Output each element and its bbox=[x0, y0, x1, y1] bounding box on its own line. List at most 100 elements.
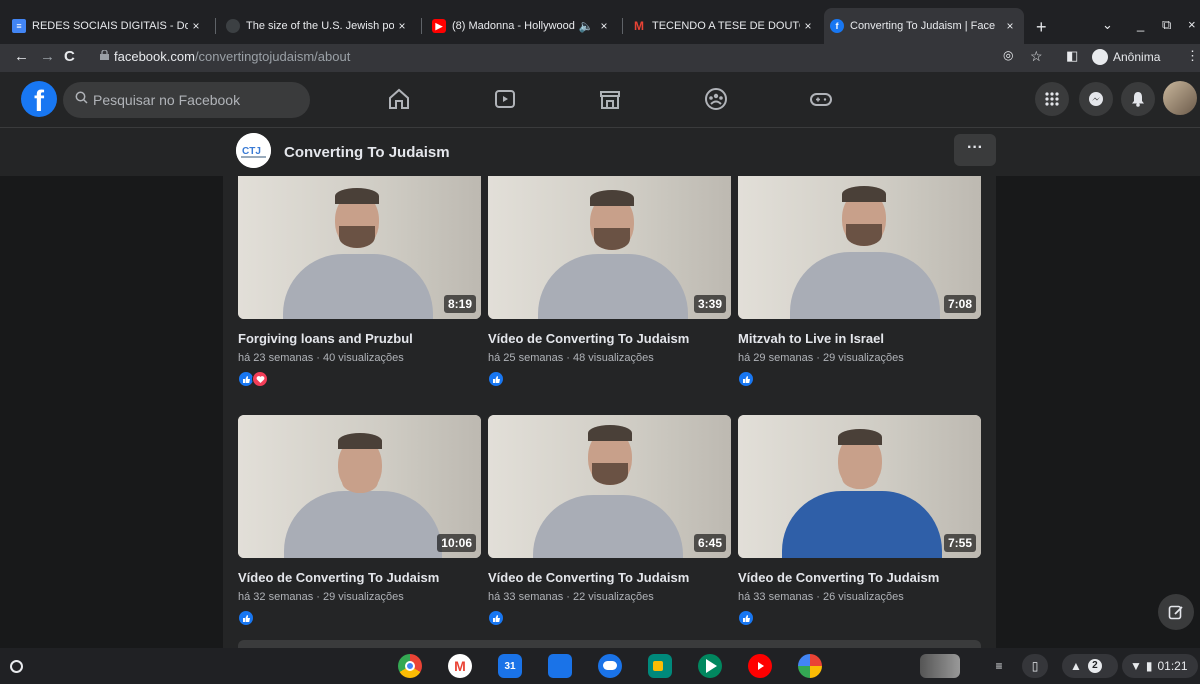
video-meta: há 29 semanas · 29 visualizações bbox=[738, 352, 904, 364]
notification-count: 2 bbox=[1087, 659, 1102, 673]
files-icon[interactable] bbox=[548, 654, 572, 678]
video-duration: 3:39 bbox=[693, 295, 726, 313]
photos-icon[interactable] bbox=[798, 654, 822, 678]
video-title[interactable]: Forgiving loans and Pruzbul bbox=[238, 331, 413, 346]
browser-toolbar: ← → C facebook.com/convertingtojudaism/a… bbox=[0, 44, 1200, 72]
tab-title: TECENDO A TESE DE DOUTOR bbox=[652, 20, 800, 32]
reactions[interactable] bbox=[238, 371, 268, 387]
status-area[interactable]: ▼ ▮ 01:21 bbox=[1122, 654, 1198, 678]
svg-text:CTJ: CTJ bbox=[242, 146, 261, 157]
tab-docs[interactable]: ≡ REDES SOCIAIS DIGITAIS - Doc × bbox=[6, 12, 210, 40]
messages-icon[interactable] bbox=[598, 654, 622, 678]
chrome-icon[interactable] bbox=[398, 654, 422, 678]
play-store-icon[interactable] bbox=[698, 654, 722, 678]
video-title[interactable]: Vídeo de Converting To Judaism bbox=[488, 570, 689, 585]
url-path: /convertingtojudaism/about bbox=[194, 49, 351, 64]
video-thumbnail[interactable]: 7:55 bbox=[738, 415, 981, 558]
video-duration: 7:08 bbox=[943, 295, 976, 313]
like-icon bbox=[488, 610, 504, 626]
video-thumbnail[interactable]: 7:08 bbox=[738, 176, 981, 319]
close-icon[interactable]: × bbox=[1002, 19, 1018, 33]
more-options-button[interactable]: ··· bbox=[954, 134, 996, 166]
video-meta: há 23 semanas · 40 visualizações bbox=[238, 352, 404, 364]
video-thumbnail[interactable]: 3:39 bbox=[488, 176, 731, 319]
profile-label: Anônima bbox=[1113, 50, 1161, 64]
search-placeholder: Pesquisar no Facebook bbox=[93, 92, 241, 108]
reactions[interactable] bbox=[738, 371, 754, 387]
video-duration: 8:19 bbox=[443, 295, 476, 313]
video-meta: há 33 semanas · 22 visualizações bbox=[488, 591, 654, 603]
reactions[interactable] bbox=[738, 610, 754, 626]
video-thumbnail[interactable]: 8:19 bbox=[238, 176, 481, 319]
window-close-icon[interactable]: × bbox=[1188, 17, 1196, 32]
video-thumbnail[interactable]: 10:06 bbox=[238, 415, 481, 558]
close-icon[interactable]: × bbox=[188, 19, 204, 33]
notifications-icon[interactable] bbox=[1121, 82, 1155, 116]
tab-facebook-active[interactable]: f Converting To Judaism | Face × bbox=[824, 8, 1024, 44]
search-input[interactable]: Pesquisar no Facebook bbox=[63, 82, 310, 118]
reactions[interactable] bbox=[238, 610, 254, 626]
watch-icon[interactable] bbox=[492, 86, 518, 112]
home-icon[interactable] bbox=[386, 86, 412, 112]
avatar[interactable] bbox=[1163, 81, 1197, 115]
compose-message-button[interactable] bbox=[1158, 594, 1194, 630]
video-title[interactable]: Vídeo de Converting To Judaism bbox=[238, 570, 439, 585]
reactions[interactable] bbox=[488, 371, 504, 387]
marketplace-icon[interactable] bbox=[597, 86, 623, 112]
page-avatar[interactable]: CTJ bbox=[236, 133, 271, 168]
gmail-icon[interactable]: M bbox=[448, 654, 472, 678]
audio-icon[interactable]: 🔈 bbox=[576, 19, 596, 33]
side-panel-icon[interactable]: ◧ bbox=[1066, 48, 1078, 64]
bookmark-star-icon[interactable]: ☆ bbox=[1030, 48, 1043, 65]
screenshot-thumbnail[interactable] bbox=[920, 654, 960, 678]
restore-icon[interactable]: ⧉ bbox=[1162, 17, 1171, 33]
video-title[interactable]: Vídeo de Converting To Judaism bbox=[488, 331, 689, 346]
page-title[interactable]: Converting To Judaism bbox=[284, 144, 450, 161]
phone-hub-icon[interactable]: ▯ bbox=[1022, 654, 1048, 678]
tab-jewish-pop[interactable]: The size of the U.S. Jewish po × bbox=[220, 12, 416, 40]
facebook-logo[interactable]: f bbox=[21, 81, 57, 118]
docs-icon: ≡ bbox=[12, 19, 26, 33]
groups-icon[interactable] bbox=[703, 86, 729, 112]
calendar-icon[interactable]: 31 bbox=[498, 654, 522, 678]
minimize-icon[interactable]: _ bbox=[1137, 17, 1144, 32]
messenger-icon[interactable] bbox=[1079, 82, 1113, 116]
meet-icon[interactable] bbox=[648, 654, 672, 678]
like-icon bbox=[238, 610, 254, 626]
video-title[interactable]: Mitzvah to Live in Israel bbox=[738, 331, 884, 346]
tab-title: Converting To Judaism | Face bbox=[850, 20, 996, 32]
youtube-icon[interactable] bbox=[748, 654, 772, 678]
close-icon[interactable]: × bbox=[800, 19, 816, 33]
video-title[interactable]: Vídeo de Converting To Judaism bbox=[738, 570, 939, 585]
video-thumbnail[interactable]: 6:45 bbox=[488, 415, 731, 558]
reactions[interactable] bbox=[488, 610, 504, 626]
incognito-profile[interactable]: Anônima bbox=[1092, 49, 1160, 65]
gaming-icon[interactable] bbox=[808, 86, 834, 112]
url-host: facebook.com bbox=[114, 49, 195, 64]
site-icon bbox=[226, 19, 240, 33]
launcher-icon[interactable] bbox=[10, 660, 23, 673]
back-icon[interactable]: ← bbox=[14, 48, 29, 65]
playlist-icon[interactable]: ≡ bbox=[986, 654, 1012, 678]
battery-icon: ▮ bbox=[1145, 659, 1153, 673]
forward-icon[interactable]: → bbox=[40, 48, 55, 65]
tab-gmail[interactable]: M TECENDO A TESE DE DOUTOR × bbox=[626, 12, 822, 40]
tab-search-icon[interactable]: ⌄ bbox=[1102, 17, 1113, 33]
tab-madonna[interactable]: ▶ (8) Madonna - Hollywood 🔈 × bbox=[426, 12, 618, 40]
lock-icon[interactable] bbox=[100, 50, 109, 60]
like-icon bbox=[738, 610, 754, 626]
close-icon[interactable]: × bbox=[394, 19, 410, 33]
address-bar[interactable]: facebook.com/convertingtojudaism/about bbox=[114, 49, 350, 64]
menu-icon[interactable]: ⋮ bbox=[1186, 48, 1199, 64]
love-icon bbox=[252, 371, 268, 387]
clock: 01:21 bbox=[1157, 659, 1188, 673]
new-tab-button[interactable]: + bbox=[1036, 17, 1047, 38]
tracking-off-icon[interactable]: ◎ bbox=[1003, 48, 1013, 62]
facebook-icon: f bbox=[830, 19, 844, 33]
notification-tray[interactable]: ▲ 2 bbox=[1062, 654, 1118, 678]
incognito-icon bbox=[1092, 49, 1108, 65]
menu-grid-icon[interactable] bbox=[1035, 82, 1069, 116]
close-icon[interactable]: × bbox=[596, 19, 612, 33]
next-row-divider bbox=[238, 640, 981, 648]
reload-icon[interactable]: C bbox=[64, 48, 75, 65]
